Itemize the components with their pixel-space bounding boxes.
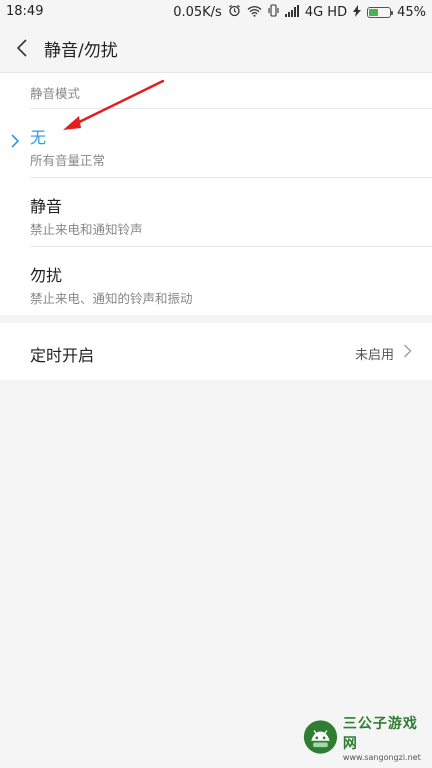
network-type: 4G HD (304, 4, 348, 20)
watermark-text: 三公子游戏网 www.sangongzi.net (343, 713, 426, 762)
chevron-left-icon[interactable] (14, 38, 32, 58)
header: 静音/勿扰 (0, 24, 432, 73)
charging-icon (353, 4, 362, 20)
status-icons: 0.05K/s 4G HD 45% (173, 4, 426, 20)
vibrate-icon (268, 4, 279, 20)
watermark-logo-icon (303, 720, 338, 754)
divider (30, 177, 432, 178)
status-time: 18:49 (6, 4, 44, 19)
battery-percent: 45% (397, 4, 426, 20)
wifi-icon (247, 5, 262, 20)
mode-title: 无 (30, 128, 47, 147)
chevron-right-icon (404, 344, 412, 358)
chevron-right-icon (11, 134, 20, 148)
page-title: 静音/勿扰 (44, 41, 118, 61)
timer-status: 未启用 (354, 348, 394, 363)
watermark: 三公子游戏网 www.sangongzi.net (302, 712, 426, 762)
mode-item-silent[interactable]: 静音 禁止来电和通知铃声 (0, 177, 432, 245)
status-bar: 18:49 0.05K/s 4G HD 45% (0, 0, 432, 24)
mode-subtitle: 禁止来电和通知铃声 (30, 222, 143, 237)
watermark-url: www.sangongzi.net (342, 752, 421, 762)
mode-item-dnd[interactable]: 勿扰 禁止来电、通知的铃声和振动 (0, 246, 432, 314)
scheduled-on-row[interactable]: 定时开启 未启用 (0, 323, 432, 380)
battery-icon (367, 6, 394, 18)
divider (30, 246, 432, 247)
timer-label: 定时开启 (30, 346, 95, 365)
signal-icon (284, 4, 299, 20)
battery-level (369, 8, 379, 16)
arrow-annotation-icon (63, 79, 165, 130)
mode-subtitle: 禁止来电、通知的铃声和振动 (30, 291, 193, 306)
alarm-icon (228, 4, 241, 20)
network-speed: 0.05K/s (173, 4, 222, 20)
watermark-name: 三公子游戏网 (342, 715, 418, 752)
mode-subtitle: 所有音量正常 (30, 153, 106, 168)
mode-title: 勿扰 (30, 266, 63, 285)
mode-title: 静音 (30, 197, 63, 216)
